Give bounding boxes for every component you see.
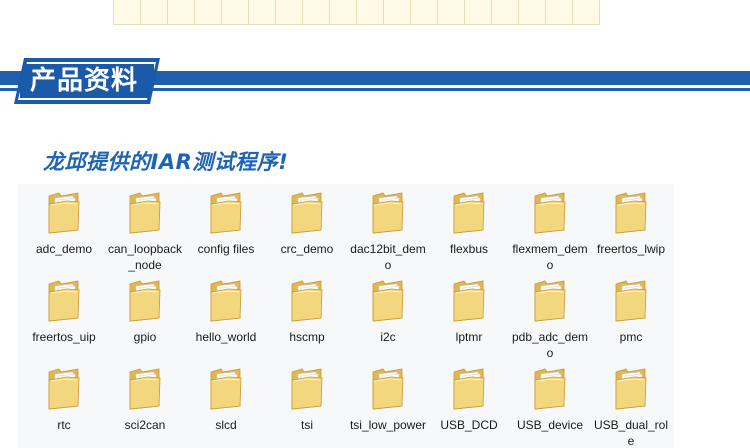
folder-label: USB_DCD [440,418,498,432]
folder-item[interactable]: USB_dual_role [592,360,670,448]
folder-label: sci2can [124,418,166,432]
folder-item[interactable]: pdb_adc_demo [511,272,589,360]
folder-label: slcd [215,418,237,432]
table-cell [438,0,465,24]
section-banner: 产品资料 [0,58,750,110]
folder-label: crc_demo [280,242,334,256]
folder-icon [129,368,161,410]
folder-item[interactable]: freertos_uip [25,272,103,358]
folder-icon [453,368,485,410]
folder-label: flexmem_demo [512,242,588,272]
table-cell [168,0,195,24]
folder-icon [372,368,404,410]
folder-icon [210,368,242,410]
folder-label: USB_dual_role [593,418,669,448]
table-cell [330,0,357,24]
table-cell [573,0,599,24]
folder-item[interactable]: freertos_lwip [592,184,670,270]
folder-icon [534,368,566,410]
folder-item[interactable]: hello_world [187,272,265,358]
folder-label: config files [197,242,255,256]
section-subtitle: 龙邱提供的IAR测试程序! [43,150,289,174]
folder-item[interactable]: USB_device [511,360,589,446]
table-cell [276,0,303,24]
folder-item[interactable]: rtc [25,360,103,446]
folder-label: can_loopback_node [107,242,183,272]
folder-grid: adc_demo can_loopback_node config files crc… [18,184,674,448]
folder-icon [615,280,647,322]
folder-label: flexbus [449,242,489,256]
folder-label: adc_demo [35,242,93,256]
folder-icon [291,192,323,234]
table-cell [492,0,519,24]
folder-label: lptmr [455,330,483,344]
table-cell [384,0,411,24]
folder-icon [48,368,80,410]
folder-label: i2c [380,330,396,344]
folder-icon [291,368,323,410]
section-title: 产品资料 [30,66,139,96]
folder-item[interactable]: sci2can [106,360,184,446]
folder-label: tsi_low_power [349,418,427,432]
folder-label: pdb_adc_demo [511,330,589,360]
folder-label: pmc [619,330,643,344]
folder-icon [129,280,161,322]
folder-label: freertos_uip [32,330,96,344]
table-cell [141,0,168,24]
folder-item[interactable]: flexmem_demo [511,184,589,272]
table-cell [195,0,222,24]
folder-item[interactable]: can_loopback_node [106,184,184,272]
folder-icon [129,192,161,234]
table-cell [114,0,141,24]
folder-icon [372,280,404,322]
folder-icon [615,368,647,410]
folder-icon [534,192,566,234]
folder-label: gpio [133,330,157,344]
folder-item[interactable]: adc_demo [25,184,103,270]
folder-label: USB_device [516,418,584,432]
folder-icon [48,280,80,322]
folder-icon [534,280,566,322]
folder-icon [453,192,485,234]
folder-label: dac12bit_demo [350,242,426,272]
table-cell [357,0,384,24]
folder-label: hello_world [195,330,257,344]
table-cell [303,0,330,24]
table-cell [411,0,438,24]
folder-item[interactable]: crc_demo [268,184,346,270]
folder-icon [48,192,80,234]
folder-item[interactable]: tsi [268,360,346,446]
folder-icon [615,192,647,234]
folder-label: rtc [57,418,71,432]
folder-label: freertos_lwip [596,242,666,256]
folder-item[interactable]: pmc [592,272,670,358]
folder-icon [291,280,323,322]
table-cell [546,0,573,24]
folder-item[interactable]: gpio [106,272,184,358]
folder-icon [453,280,485,322]
folder-icon [210,280,242,322]
table-cell [519,0,546,24]
folder-icon [372,192,404,234]
folder-item[interactable]: tsi_low_power [349,360,427,446]
folder-label: tsi [301,418,313,432]
folder-item[interactable]: hscmp [268,272,346,358]
table-cell [222,0,249,24]
folder-item[interactable]: lptmr [430,272,508,358]
table-cell [249,0,276,24]
folder-item[interactable]: dac12bit_demo [349,184,427,272]
folder-item[interactable]: slcd [187,360,265,446]
folder-label: hscmp [289,330,325,344]
table-cell [465,0,492,24]
folder-item[interactable]: flexbus [430,184,508,270]
folder-item[interactable]: i2c [349,272,427,358]
folder-item[interactable]: USB_DCD [430,360,508,446]
folder-item[interactable]: config files [187,184,265,270]
top-table-strip [113,0,600,25]
folder-icon [210,192,242,234]
